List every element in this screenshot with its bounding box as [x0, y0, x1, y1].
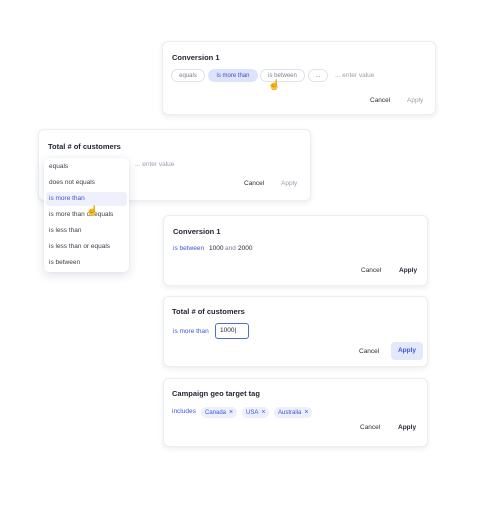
tag-australia: Australia ×	[274, 407, 313, 418]
cancel-button[interactable]: Cancel	[370, 97, 390, 104]
hand-cursor-icon: ☝	[268, 80, 281, 91]
operator-label[interactable]: is more than	[173, 328, 209, 335]
cancel-button[interactable]: Cancel	[359, 348, 379, 355]
value-input[interactable]: 1000|	[215, 323, 249, 339]
tag-label: USA	[246, 410, 259, 416]
dropdown-option-does-not-equals[interactable]: does not equals	[46, 176, 127, 190]
close-icon[interactable]: ×	[229, 409, 233, 416]
geo-tag-filter-card: Campaign geo target tag includes Canada ×…	[163, 378, 428, 447]
chip-more-options[interactable]: ...	[308, 69, 328, 82]
value-from[interactable]: 1000	[209, 245, 223, 252]
tag-usa: USA ×	[242, 407, 270, 418]
apply-button[interactable]: Apply	[398, 424, 416, 431]
tag-label: Canada	[205, 410, 227, 416]
hand-cursor-icon: ☝	[86, 206, 99, 217]
operator-label[interactable]: includes	[172, 408, 196, 415]
chip-equals[interactable]: equals	[171, 69, 205, 82]
apply-button[interactable]: Apply	[391, 342, 423, 360]
dropdown-option-is-between[interactable]: is between	[46, 256, 127, 270]
dropdown-option-is-more-than[interactable]: is more than	[46, 192, 127, 206]
dropdown-option-is-less-than[interactable]: is less than	[46, 224, 127, 238]
apply-button[interactable]: Apply	[407, 97, 423, 104]
value-placeholder[interactable]: ... enter value	[135, 161, 174, 168]
card-title: Conversion 1	[172, 53, 220, 62]
chip-is-between[interactable]: is between	[260, 69, 305, 82]
dropdown-option-equals[interactable]: equals	[46, 160, 127, 174]
conversion-between-card: Conversion 1 is between 1000 and 2000 Ca…	[163, 215, 428, 286]
cancel-button[interactable]: Cancel	[360, 424, 380, 431]
card-title: Total # of customers	[48, 142, 121, 151]
dropdown-option-is-less-than-or-equals[interactable]: is less than or equals	[46, 240, 127, 254]
card-title: Conversion 1	[173, 227, 221, 236]
value-to[interactable]: 2000	[238, 245, 252, 252]
connector-label: and	[225, 245, 236, 252]
customers-more-than-card: Total # of customers is more than 1000| …	[163, 296, 428, 367]
close-icon[interactable]: ×	[261, 409, 265, 416]
tag-canada: Canada ×	[201, 407, 238, 418]
apply-button[interactable]: Apply	[399, 267, 417, 274]
value-placeholder[interactable]: ... enter value	[335, 72, 374, 79]
chip-is-more-than[interactable]: is more than	[208, 69, 258, 82]
operator-label[interactable]: is between	[173, 245, 204, 252]
close-icon[interactable]: ×	[304, 409, 308, 416]
tag-label: Australia	[278, 410, 302, 416]
card-title: Total # of customers	[172, 307, 245, 316]
cancel-button[interactable]: Cancel	[244, 180, 264, 187]
apply-button[interactable]: Apply	[281, 180, 297, 187]
cancel-button[interactable]: Cancel	[361, 267, 381, 274]
card-title: Campaign geo target tag	[172, 389, 260, 398]
conversion-filter-card: Conversion 1 equals is more than is betw…	[162, 41, 436, 115]
